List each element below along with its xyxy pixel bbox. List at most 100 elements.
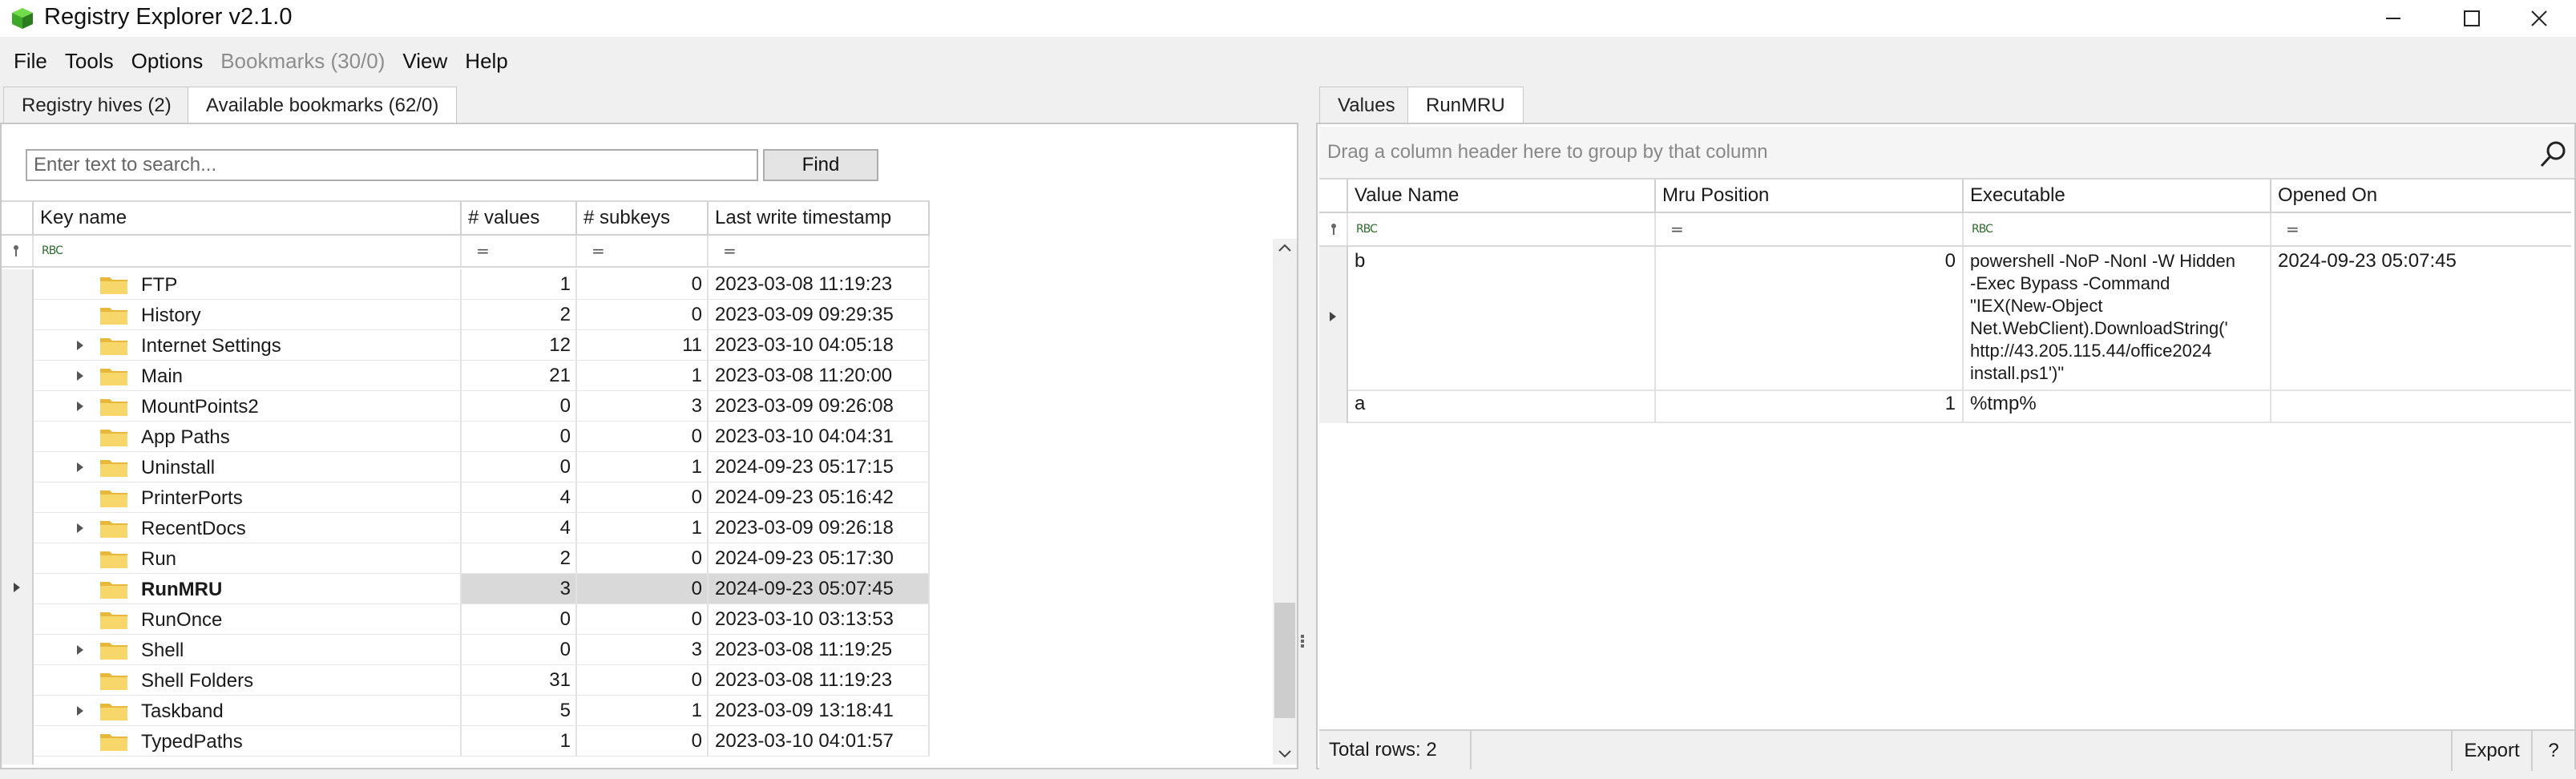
key-row[interactable]: Run 2 0 2024-09-23 05:17:30 — [34, 543, 930, 574]
timestamp-cell: 2024-09-23 05:17:30 — [709, 543, 930, 573]
column-key-name[interactable]: Key name — [34, 202, 462, 234]
timestamp-cell: 2024-09-23 05:07:45 — [709, 574, 930, 603]
key-row[interactable]: RunMRU 3 0 2024-09-23 05:07:45 — [34, 574, 930, 604]
minimize-button[interactable] — [2356, 0, 2430, 37]
key-name: MountPoints2 — [141, 396, 259, 418]
expand-arrow-icon[interactable] — [75, 462, 85, 473]
filter-opened-on[interactable]: = — [2271, 213, 2571, 245]
key-name: Run — [141, 548, 177, 570]
expand-arrow-icon[interactable] — [75, 340, 85, 351]
export-button[interactable]: Export — [2451, 731, 2531, 771]
filter-executable[interactable]: RBC — [1964, 213, 2271, 245]
menu-tools[interactable]: Tools — [56, 49, 123, 74]
filter-values[interactable]: = — [462, 236, 577, 266]
filter-last-write[interactable]: = — [709, 236, 930, 266]
help-button[interactable]: ? — [2531, 731, 2574, 771]
menu-help[interactable]: Help — [456, 49, 516, 74]
value-row-a[interactable]: a 1 %tmp% — [1348, 390, 2571, 423]
key-name-cell: History — [34, 300, 462, 329]
maximize-button[interactable] — [2435, 0, 2509, 37]
filter-value-name[interactable]: RBC — [1348, 213, 1656, 245]
keys-scrollbar-thumb[interactable] — [1274, 603, 1295, 718]
folder-icon — [100, 338, 127, 355]
find-button[interactable]: Find — [763, 149, 878, 181]
title-bar: Registry Explorer v2.1.0 — [0, 0, 2576, 37]
expand-arrow-icon[interactable] — [75, 401, 85, 412]
menu-options[interactable]: Options — [123, 49, 212, 74]
expand-arrow-icon[interactable] — [75, 644, 85, 656]
menu-view[interactable]: View — [394, 49, 456, 74]
maximize-icon — [2464, 10, 2480, 26]
filter-key-name[interactable]: RBC — [34, 236, 462, 266]
key-row[interactable]: FTP 1 0 2023-03-08 11:19:23 — [34, 269, 930, 300]
values-count-cell: 2 — [462, 543, 577, 573]
key-row[interactable]: RecentDocs 4 1 2023-03-09 09:26:18 — [34, 513, 930, 543]
expand-arrow-icon[interactable] — [75, 370, 85, 381]
key-name: App Paths — [141, 426, 230, 448]
key-name-cell: Taskband — [34, 696, 462, 725]
folder-icon — [100, 430, 127, 446]
key-row[interactable]: Shell 0 3 2023-03-08 11:19:25 — [34, 635, 930, 665]
key-name-cell: Uninstall — [34, 452, 462, 482]
key-row[interactable]: RunOnce 0 0 2023-03-10 03:13:53 — [34, 604, 930, 635]
tab-registry-hives[interactable]: Registry hives (2) — [3, 87, 190, 123]
key-row[interactable]: PrinterPorts 4 0 2024-09-23 05:16:42 — [34, 482, 930, 513]
key-row[interactable]: MountPoints2 0 3 2023-03-09 09:26:08 — [34, 391, 930, 422]
key-row[interactable]: Taskband 5 1 2023-03-09 13:18:41 — [34, 696, 930, 726]
key-row[interactable]: Shell Folders 31 0 2023-03-08 11:19:23 — [34, 665, 930, 696]
column-mru-position[interactable]: Mru Position — [1656, 180, 1964, 212]
key-row[interactable]: Uninstall 0 1 2024-09-23 05:17:15 — [34, 452, 930, 482]
filter-subkeys[interactable]: = — [577, 236, 709, 266]
expand-arrow-icon[interactable] — [75, 705, 85, 716]
menu-file[interactable]: File — [5, 49, 56, 74]
timestamp-cell: 2023-03-08 11:19:23 — [709, 665, 930, 695]
tab-runmru[interactable]: RunMRU — [1407, 87, 1524, 123]
expand-arrow-icon[interactable] — [75, 523, 85, 534]
key-name: RunMRU — [141, 579, 223, 600]
values-count-cell: 0 — [462, 452, 577, 482]
key-row[interactable]: Main 21 1 2023-03-08 11:20:00 — [34, 361, 930, 391]
search-input[interactable] — [26, 149, 758, 181]
folder-icon — [100, 460, 127, 477]
key-name: Shell Folders — [141, 670, 254, 692]
value-row-b[interactable]: b 0 powershell -NoP -NonI -W Hidden -Exe… — [1348, 247, 2571, 391]
column-opened-on[interactable]: Opened On — [2271, 180, 2571, 212]
key-row[interactable]: History 2 0 2023-03-09 09:29:35 — [34, 300, 930, 330]
header-indicator — [1319, 180, 1348, 212]
scroll-down-icon[interactable] — [1278, 749, 1292, 760]
column-values[interactable]: # values — [462, 202, 577, 234]
tab-available-bookmarks[interactable]: Available bookmarks (62/0) — [188, 87, 458, 123]
menu-bookmarks[interactable]: Bookmarks (30/0) — [212, 49, 394, 74]
key-row[interactable]: App Paths 0 0 2023-03-10 04:04:31 — [34, 422, 930, 452]
subkeys-count-cell: 0 — [577, 574, 709, 603]
scroll-up-icon[interactable] — [1278, 242, 1292, 253]
menu-bar: File Tools Options Bookmarks (30/0) View… — [0, 45, 517, 77]
splitter-handle[interactable] — [1300, 633, 1305, 657]
key-name: Shell — [141, 640, 184, 661]
tab-values[interactable]: Values — [1319, 87, 1414, 123]
subkeys-count-cell: 3 — [577, 635, 709, 664]
total-rows-label: Total rows: 2 — [1319, 731, 1472, 769]
timestamp-cell: 2023-03-08 11:20:00 — [709, 361, 930, 390]
key-name-cell: RunOnce — [34, 604, 462, 634]
group-by-bar[interactable]: Drag a column header here to group by th… — [1319, 127, 2574, 180]
folder-icon — [100, 551, 127, 568]
timestamp-cell: 2023-03-10 04:05:18 — [709, 330, 930, 360]
timestamp-cell: 2023-03-08 11:19:23 — [709, 269, 930, 299]
subkeys-count-cell: 0 — [577, 726, 709, 756]
folder-icon — [100, 277, 127, 294]
column-executable[interactable]: Executable — [1964, 180, 2271, 212]
filter-mru-position[interactable]: = — [1656, 213, 1964, 245]
key-name: RunOnce — [141, 609, 223, 631]
close-button[interactable] — [2502, 0, 2576, 37]
current-value-row-indicator-icon — [1330, 312, 1336, 321]
key-row[interactable]: TypedPaths 1 0 2023-03-10 04:01:57 — [34, 726, 930, 757]
key-row[interactable]: Internet Settings 12 11 2023-03-10 04:05:18 — [34, 330, 930, 361]
search-icon[interactable] — [2539, 139, 2568, 168]
key-name: Main — [141, 365, 184, 387]
timestamp-cell: 2023-03-10 04:01:57 — [709, 726, 930, 756]
column-subkeys[interactable]: # subkeys — [577, 202, 709, 234]
folder-icon — [100, 369, 127, 385]
column-value-name[interactable]: Value Name — [1348, 180, 1656, 212]
column-last-write[interactable]: Last write timestamp — [709, 202, 930, 234]
